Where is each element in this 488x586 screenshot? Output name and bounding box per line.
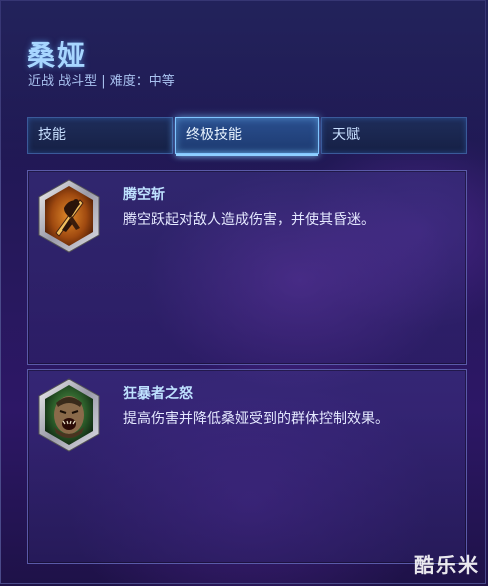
tab-talents[interactable]: 天赋 — [321, 117, 467, 154]
leap-strike-icon — [36, 178, 102, 254]
tab-abilities[interactable]: 技能 — [27, 117, 173, 154]
watermark-logo: 酷乐米 — [414, 553, 480, 577]
tab-bar: 技能 终极技能 天赋 — [27, 117, 467, 157]
ability-card-leap-strike[interactable]: 腾空斩 腾空跃起对敌人造成伤害，并使其昏迷。 — [27, 170, 467, 365]
ability-description: 腾空跃起对敌人造成伤害，并使其昏迷。 — [123, 212, 375, 228]
ability-name: 腾空斩 — [123, 187, 165, 203]
hero-subtitle: 近战 战斗型 | 难度：中等 — [28, 74, 175, 89]
hero-name: 桑娅 — [27, 39, 88, 72]
ability-card-wrath-berserker[interactable]: 狂暴者之怒 提高伤害并降低桑娅受到的群体控制效果。 — [27, 369, 467, 564]
ability-name: 狂暴者之怒 — [123, 386, 193, 402]
wrath-berserker-icon — [36, 377, 102, 453]
ability-description: 提高伤害并降低桑娅受到的群体控制效果。 — [123, 411, 389, 427]
tab-ultimate-abilities[interactable]: 终极技能 — [175, 117, 319, 156]
